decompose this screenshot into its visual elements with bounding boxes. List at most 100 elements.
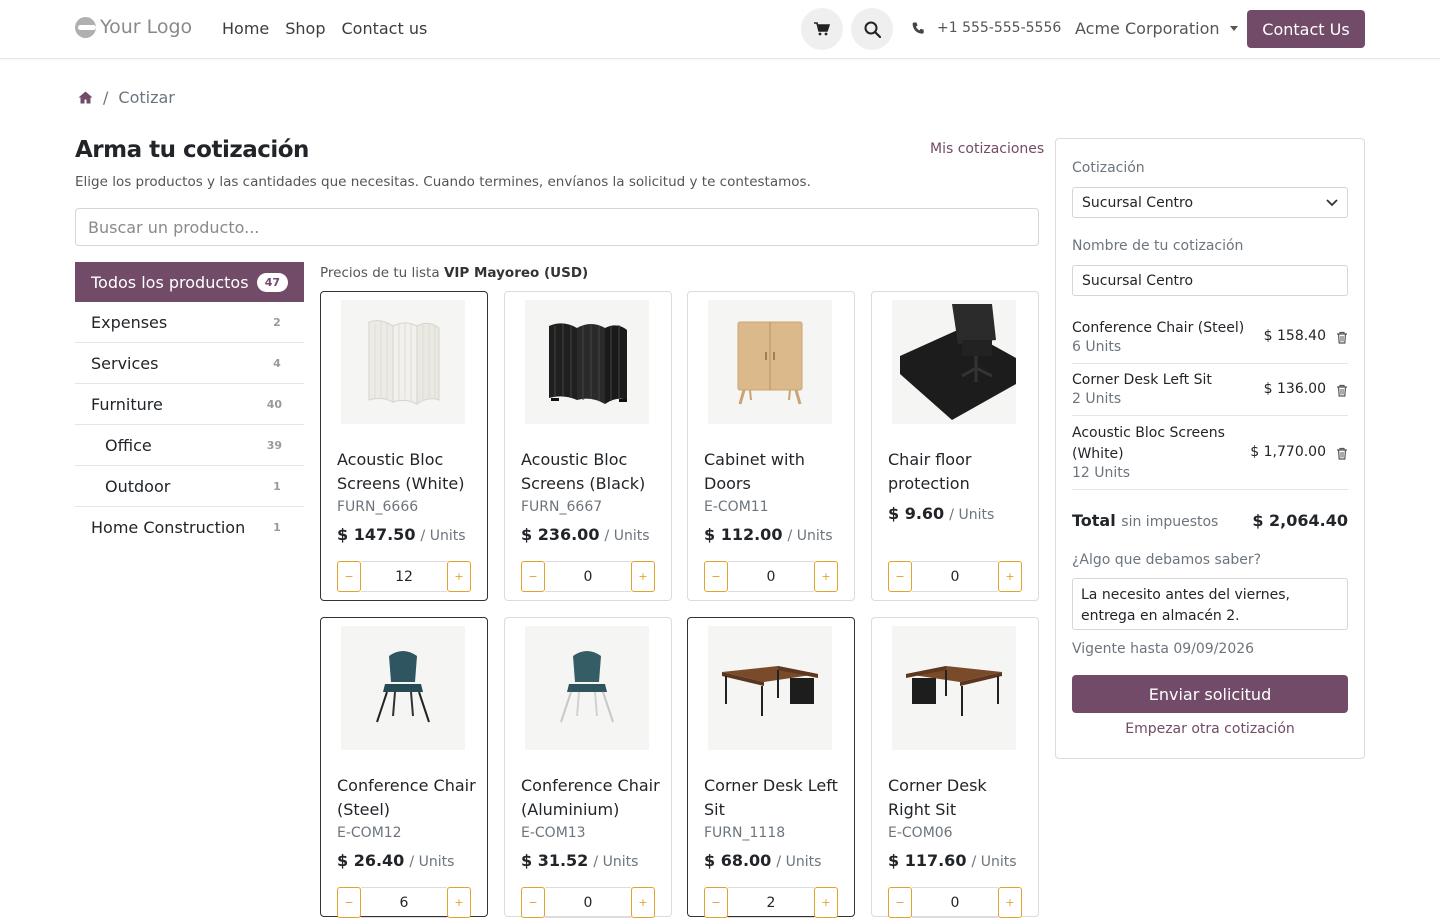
product-code: FURN_6667: [521, 499, 603, 515]
price-unit: / Units: [971, 854, 1017, 870]
price-value: $ 26.40: [337, 851, 405, 870]
product-card[interactable]: Chair floor protection $ 9.60 / Units − …: [871, 291, 1039, 601]
send-request-button[interactable]: Enviar solicitud: [1072, 675, 1348, 713]
line-product-name: Conference Chair (Steel): [1072, 320, 1245, 336]
category-services[interactable]: Services 4: [75, 343, 304, 384]
quantity-value[interactable]: 6: [361, 887, 447, 918]
decrease-button[interactable]: −: [888, 887, 912, 918]
quantity-value[interactable]: 2: [728, 887, 814, 918]
logo[interactable]: Your Logo: [75, 16, 192, 38]
quantity-value[interactable]: 0: [545, 887, 631, 918]
category-count: 4: [266, 354, 288, 372]
line-quantity: 12 Units: [1072, 465, 1131, 481]
category-list: Todos los productos 47 Expenses 2 Servic…: [75, 262, 304, 548]
product-price: $ 26.40 / Units: [337, 851, 454, 870]
decrease-button[interactable]: −: [337, 561, 361, 592]
contact-us-button[interactable]: Contact Us: [1247, 10, 1365, 48]
my-quotes-link[interactable]: Mis cotizaciones: [930, 141, 1044, 157]
quantity-value[interactable]: 0: [912, 887, 998, 918]
decrease-button[interactable]: −: [521, 887, 545, 918]
category-furniture[interactable]: Furniture 40: [75, 384, 304, 425]
product-price: $ 112.00 / Units: [704, 525, 833, 544]
page-subtitle: Elige los productos y las cantidades que…: [75, 174, 811, 190]
quote-line: Corner Desk Left Sit 2 Units $ 136.00: [1072, 370, 1348, 416]
decrease-button[interactable]: −: [704, 561, 728, 592]
home-icon[interactable]: [78, 91, 93, 104]
decrease-button[interactable]: −: [704, 887, 728, 918]
increase-button[interactable]: +: [814, 887, 838, 918]
company-name: Acme Corporation: [1075, 19, 1220, 38]
nav-contact[interactable]: Contact us: [342, 19, 428, 38]
line-quantity: 2 Units: [1072, 391, 1122, 407]
product-card[interactable]: Conference Chair (Steel) E-COM12 $ 26.40…: [320, 617, 488, 918]
notes-textarea[interactable]: La necesito antes del viernes, entrega e…: [1072, 578, 1348, 630]
product-image: [341, 626, 465, 750]
phone-link[interactable]: +1 555-555-5556: [912, 20, 1061, 36]
product-code: E-COM06: [888, 825, 953, 841]
trash-icon[interactable]: [1336, 447, 1348, 460]
category-office[interactable]: Office 39: [75, 425, 304, 466]
trash-icon[interactable]: [1336, 384, 1348, 397]
breadcrumb-separator: /: [103, 88, 109, 107]
product-search-input[interactable]: [75, 208, 1039, 246]
quote-name-input[interactable]: Sucursal Centro: [1072, 265, 1348, 296]
category-expenses[interactable]: Expenses 2: [75, 302, 304, 343]
increase-button[interactable]: +: [998, 561, 1022, 592]
category-label: Services: [91, 353, 159, 373]
quantity-stepper: − 6 +: [337, 887, 471, 918]
category-home-construction[interactable]: Home Construction 1: [75, 507, 304, 548]
product-card[interactable]: Conference Chair (Aluminium) E-COM13 $ 3…: [504, 617, 672, 918]
chevron-down-icon: [1326, 198, 1338, 206]
quote-select-value: Sucursal Centro: [1082, 194, 1194, 211]
notes-label: ¿Algo que debamos saber?: [1072, 552, 1262, 568]
quantity-value[interactable]: 0: [912, 561, 998, 592]
product-price: $ 68.00 / Units: [704, 851, 821, 870]
category-label: Todos los productos: [91, 272, 249, 292]
price-unit: / Units: [949, 507, 995, 523]
product-code: E-COM12: [337, 825, 402, 841]
product-card[interactable]: Acoustic Bloc Screens (White) FURN_6666 …: [320, 291, 488, 601]
product-card[interactable]: Acoustic Bloc Screens (Black) FURN_6667 …: [504, 291, 672, 601]
pricelist-note: Precios de tu lista VIP Mayoreo (USD): [320, 265, 588, 281]
start-new-quote-link[interactable]: Empezar otra cotización: [1072, 721, 1348, 737]
phone-icon: [912, 22, 924, 34]
product-image: [892, 300, 1016, 424]
product-card[interactable]: Cabinet with Doors E-COM11 $ 112.00 / Un…: [687, 291, 855, 601]
increase-button[interactable]: +: [447, 561, 471, 592]
category-outdoor[interactable]: Outdoor 1: [75, 466, 304, 507]
company-dropdown[interactable]: Acme Corporation: [1075, 19, 1238, 38]
logo-icon: [75, 16, 96, 38]
price-unit: / Units: [787, 528, 833, 544]
product-card[interactable]: Corner Desk Left Sit FURN_1118 $ 68.00 /…: [687, 617, 855, 918]
decrease-button[interactable]: −: [888, 561, 912, 592]
search-button[interactable]: [851, 8, 893, 50]
quantity-value[interactable]: 0: [728, 561, 814, 592]
increase-button[interactable]: +: [631, 561, 655, 592]
quantity-stepper: − 0 +: [521, 561, 655, 592]
increase-button[interactable]: +: [998, 887, 1022, 918]
category-all[interactable]: Todos los productos 47: [75, 262, 304, 302]
quote-line: Conference Chair (Steel) 6 Units $ 158.4…: [1072, 318, 1348, 364]
category-count: 39: [260, 436, 288, 454]
increase-button[interactable]: +: [447, 887, 471, 918]
cart-button[interactable]: [801, 8, 843, 50]
increase-button[interactable]: +: [814, 561, 838, 592]
quote-select[interactable]: Sucursal Centro: [1072, 187, 1348, 218]
decrease-button[interactable]: −: [337, 887, 361, 918]
product-name: Acoustic Bloc Screens (White): [337, 450, 465, 493]
product-image: [525, 300, 649, 424]
product-image: [708, 626, 832, 750]
trash-icon[interactable]: [1336, 331, 1348, 344]
increase-button[interactable]: +: [631, 887, 655, 918]
nav-home[interactable]: Home: [222, 19, 269, 38]
nav-shop[interactable]: Shop: [285, 19, 325, 38]
price-value: $ 147.50: [337, 525, 416, 544]
product-image: [525, 626, 649, 750]
product-card[interactable]: Corner Desk Right Sit E-COM06 $ 117.60 /…: [871, 617, 1039, 918]
decrease-button[interactable]: −: [521, 561, 545, 592]
product-price: $ 31.52 / Units: [521, 851, 638, 870]
quote-name-label: Nombre de tu cotización: [1072, 238, 1244, 254]
quantity-value[interactable]: 12: [361, 561, 447, 592]
product-name: Corner Desk Right Sit: [888, 776, 987, 819]
quantity-value[interactable]: 0: [545, 561, 631, 592]
